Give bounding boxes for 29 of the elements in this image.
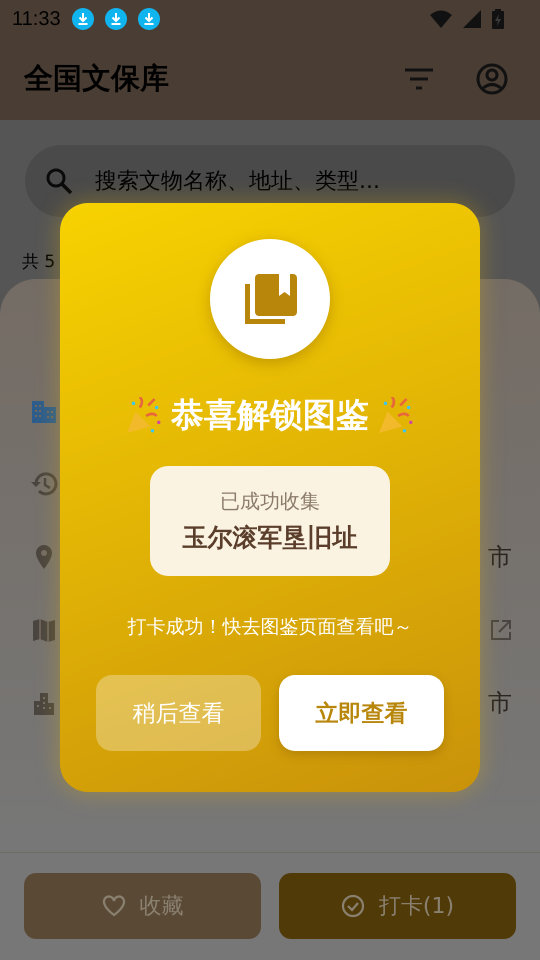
filter-icon[interactable] [404, 68, 434, 90]
party-popper-icon [377, 396, 415, 434]
app-title: 全国文保库 [24, 60, 170, 97]
dialog-message: 打卡成功！快去图鉴页面查看吧～ [128, 615, 412, 640]
download-icon [138, 8, 160, 30]
download-icon [104, 8, 127, 30]
battery-icon [492, 9, 504, 29]
check-circle-icon [340, 894, 365, 918]
map-icon [30, 616, 58, 644]
signal-icon [463, 10, 481, 28]
collected-label: 已成功收集 [220, 488, 320, 515]
view-later-button[interactable]: 稍后查看 [96, 675, 261, 751]
site-name: 玉尔滚军垦旧址 [182, 522, 358, 554]
detail-text: 市 [488, 542, 512, 573]
account-icon[interactable] [476, 63, 508, 95]
search-icon [45, 167, 73, 195]
check-in-button[interactable]: 打卡(1) [279, 873, 516, 939]
external-link-icon[interactable] [490, 619, 512, 641]
history-icon [30, 470, 58, 498]
view-now-button[interactable]: 立即查看 [279, 675, 444, 751]
download-icon [72, 8, 94, 30]
detail-text: 市 [488, 688, 512, 719]
favorite-button[interactable]: 收藏 [24, 873, 261, 939]
party-popper-icon [125, 396, 163, 434]
status-time: 11:33 [12, 8, 61, 30]
dialog-title: 恭喜解锁图鉴 [171, 394, 369, 436]
wifi-icon [430, 10, 452, 28]
result-count: 共 5 [22, 251, 56, 273]
heart-icon [102, 894, 126, 918]
